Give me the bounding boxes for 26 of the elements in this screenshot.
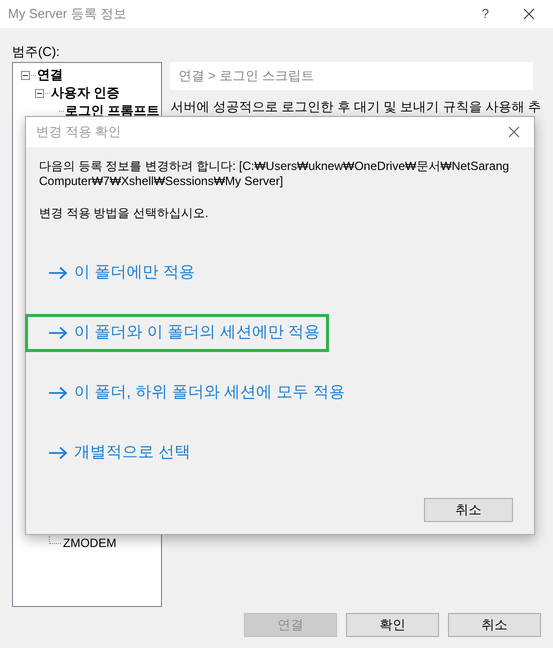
arrow-icon [48,446,68,460]
category-label: 범주(C): [12,43,61,61]
apply-option-link[interactable]: 개별적으로 선택 [25,434,200,472]
tree-item[interactable]: 연결 [37,65,63,85]
apply-option-link[interactable]: 이 폴더에만 적용 [25,254,204,292]
dialog-title: 변경 적용 확인 [36,123,122,142]
cancel-button[interactable]: 취소 [424,498,513,522]
dialog-button[interactable]: 확인 [346,613,439,637]
apply-option-link[interactable]: 이 폴더, 하위 폴더와 세션에 모두 적용 [25,374,354,412]
close-icon[interactable] [523,8,535,20]
prompt-text: 변경 적용 방법을 선택하십시오. [39,205,210,222]
close-icon[interactable] [508,126,520,138]
dialog-button[interactable]: 취소 [448,613,541,637]
collapse-icon[interactable] [21,70,30,80]
description-text: 서버에 성공적으로 로그인한 후 대기 및 보내기 규칙을 사용해 추 [170,98,541,116]
window-title: My Server 등록 정보 [8,5,126,24]
breadcrumb: 연결 > 로그인 스크립트 [178,67,314,86]
tree-item[interactable]: 사용자 인증 [51,83,120,103]
message-text: 다음의 등록 정보를 변경하려 합니다: [C:₩Users₩uknew₩OneDrive₩문서₩NetSarang Computer₩7₩Xshell₩Sessions₩My Server] [39,159,510,189]
arrow-icon [48,326,68,340]
arrow-icon [48,266,68,280]
apply-option-link[interactable]: 이 폴더와 이 폴더의 세션에만 적용 [25,314,330,352]
arrow-icon [48,386,68,400]
collapse-icon[interactable] [35,88,44,98]
help-button[interactable]: ? [482,4,489,24]
tree-item[interactable]: ZMODEM [63,534,116,552]
